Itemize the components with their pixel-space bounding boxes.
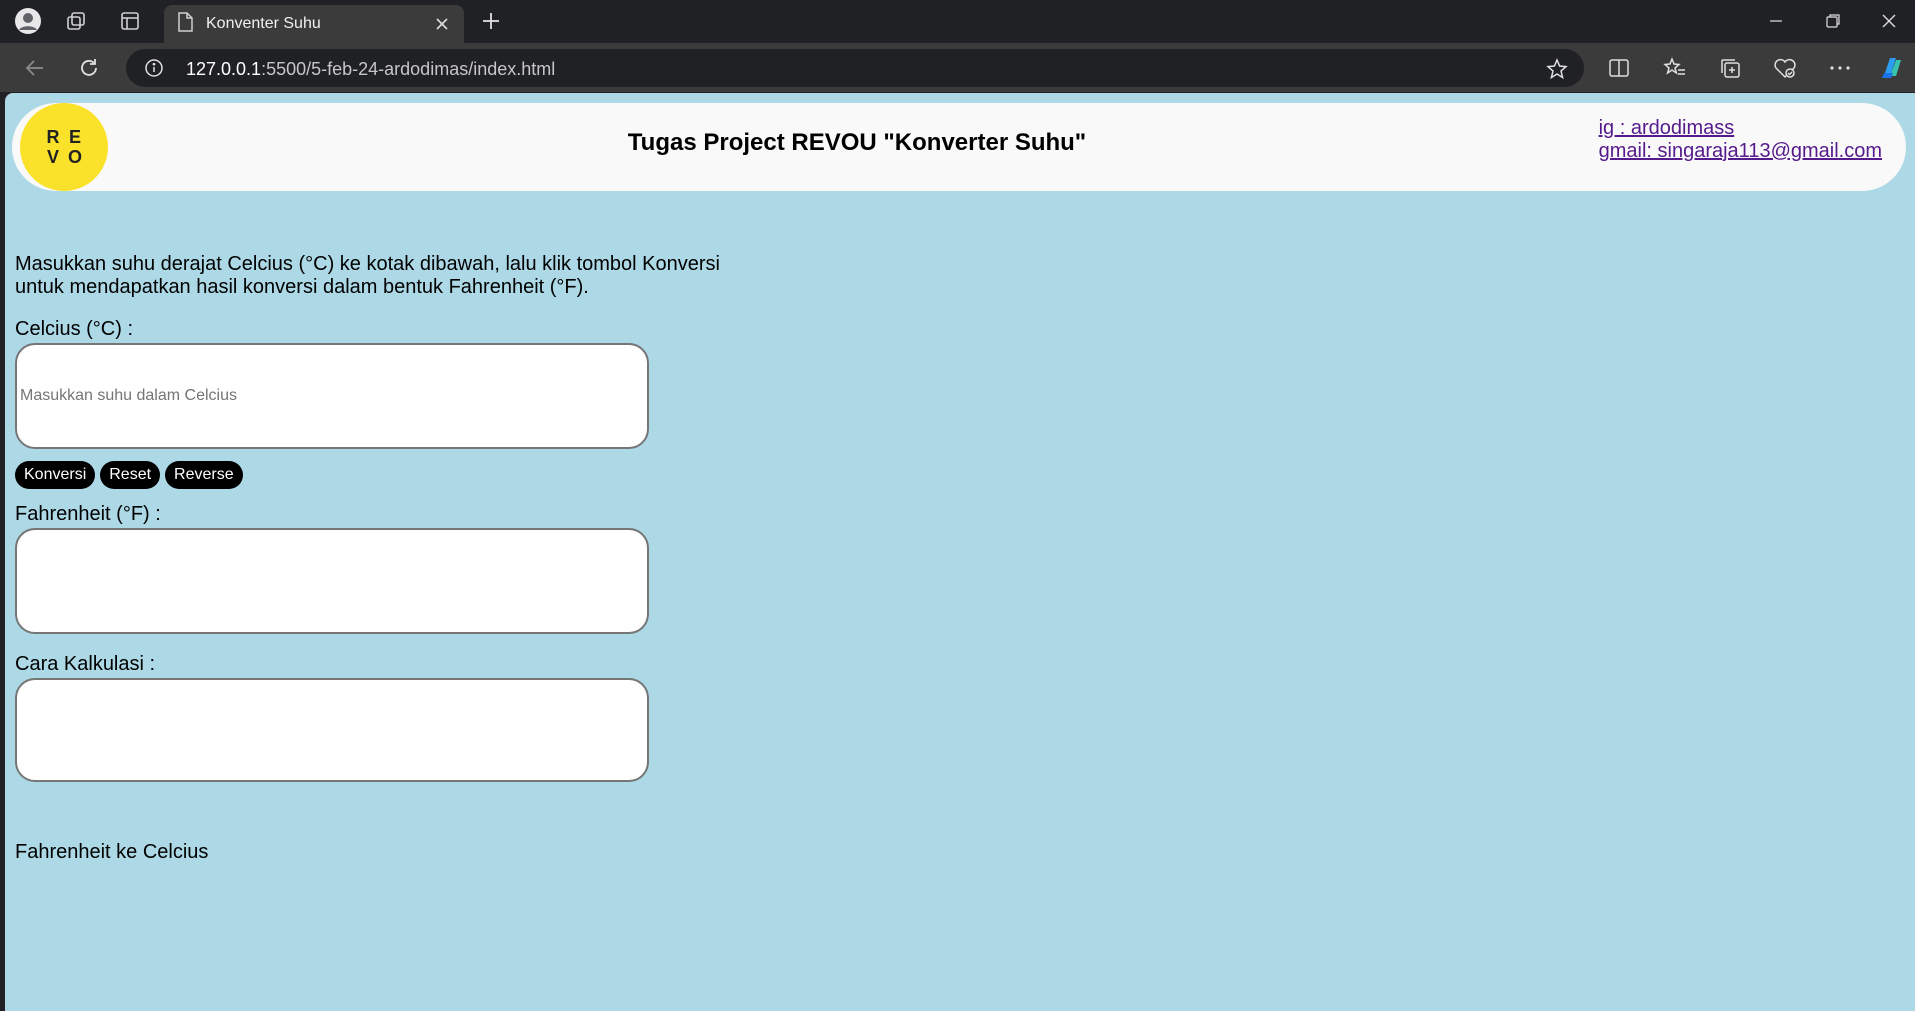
new-tab-icon[interactable]: [478, 8, 504, 34]
reset-button[interactable]: Reset: [100, 461, 161, 489]
instagram-link[interactable]: ig : ardodimass: [1599, 117, 1882, 140]
konversi-button[interactable]: Konversi: [15, 461, 96, 489]
favorite-star-icon[interactable]: [1546, 58, 1568, 80]
contact-links: ig : ardodimass gmail: singaraja113@gmai…: [1599, 117, 1882, 163]
site-info-icon[interactable]: [144, 58, 164, 78]
fahrenheit-label: Fahrenheit (°F) :: [15, 503, 161, 525]
reverse-button[interactable]: Reverse: [165, 461, 243, 489]
gmail-link[interactable]: gmail: singaraja113@gmail.com: [1599, 140, 1882, 163]
fahrenheit-output[interactable]: [15, 528, 649, 634]
page-icon: [176, 11, 194, 37]
tab-actions-icon[interactable]: [116, 7, 144, 35]
more-options-icon[interactable]: [1825, 53, 1855, 83]
profile-icon[interactable]: [14, 7, 42, 35]
button-row: Konversi Reset Reverse: [15, 461, 775, 489]
collections-icon[interactable]: [1715, 53, 1745, 83]
reverse-mode-text: Fahrenheit ke Celcius: [15, 841, 209, 863]
split-screen-icon[interactable]: [1604, 53, 1634, 83]
site-header: R E V O Tugas Project REVOU "Konverter S…: [12, 103, 1906, 191]
close-tab-icon[interactable]: [432, 14, 452, 34]
workspaces-icon[interactable]: [62, 7, 90, 35]
minimize-icon[interactable]: [1753, 6, 1799, 36]
calculation-output[interactable]: [15, 678, 649, 782]
calculation-label: Cara Kalkulasi :: [15, 653, 156, 675]
browser-essentials-icon[interactable]: [1770, 53, 1800, 83]
page-viewport: R E V O Tugas Project REVOU "Konverter S…: [5, 93, 1915, 1011]
copilot-icon[interactable]: [1877, 53, 1907, 83]
page-title: Tugas Project REVOU "Konverter Suhu": [627, 129, 1087, 156]
tab-konverter-suhu[interactable]: Konventer Suhu: [164, 5, 464, 43]
celcius-label: Celcius (°C) :: [15, 318, 134, 340]
back-icon[interactable]: [20, 53, 50, 83]
address-bar[interactable]: 127.0.0.1:5500/5-feb-24-ardodimas/index.…: [126, 49, 1584, 87]
browser-toolbar: 127.0.0.1:5500/5-feb-24-ardodimas/index.…: [0, 43, 1915, 92]
url-text: 127.0.0.1:5500/5-feb-24-ardodimas/index.…: [186, 59, 556, 79]
restore-icon[interactable]: [1810, 6, 1856, 36]
converter-form: Masukkan suhu derajat Celcius (°C) ke ko…: [15, 253, 775, 782]
reload-icon[interactable]: [74, 53, 104, 83]
favorites-icon[interactable]: [1660, 53, 1690, 83]
tab-title: Konventer Suhu: [206, 15, 321, 32]
intro-text: Masukkan suhu derajat Celcius (°C) ke ko…: [15, 253, 720, 298]
close-window-icon[interactable]: [1866, 6, 1912, 36]
browser-titlebar: Konventer Suhu: [0, 0, 1915, 43]
celcius-input[interactable]: [15, 343, 649, 449]
